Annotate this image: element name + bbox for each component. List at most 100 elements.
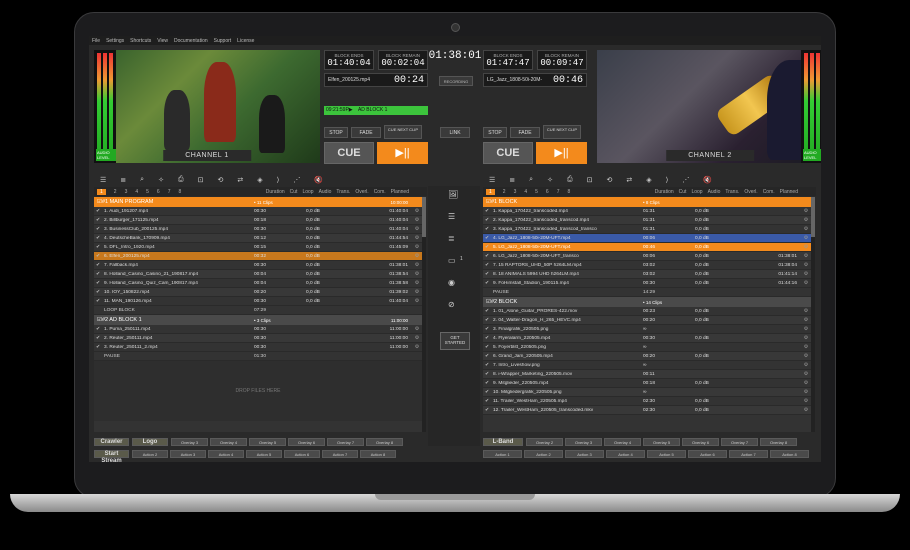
playlist-row[interactable]: ✔ 11. MAN_190126.mp4 00:30 0,0 dB 01:40:04 ⚙ xyxy=(94,297,422,306)
playlist-icon[interactable]: ≣ xyxy=(448,234,455,243)
playlist-row[interactable]: ✔ 5. LG_Jazz_1808-50i-20M-UFT.mp4 00:46 0,0… xyxy=(483,243,811,252)
tab-6[interactable]: 6 xyxy=(157,189,160,195)
menu-item-shortcuts[interactable]: Shortcuts xyxy=(130,38,151,44)
row-check-icon[interactable]: ✔ xyxy=(483,245,491,250)
playlist-row[interactable]: ✔ 5. DFL_Intro_1920.mp4 00:15 0,0 dB 01:45:0… xyxy=(94,243,422,252)
row-check-icon[interactable]: ✔ xyxy=(483,227,491,232)
drop-zone[interactable]: DROP FILES HERE xyxy=(94,361,422,421)
row-settings-icon[interactable]: ⚙ xyxy=(415,227,419,232)
column-header[interactable]: Duration xyxy=(266,189,285,195)
row-check-icon[interactable]: ✔ xyxy=(94,209,102,214)
tab-3[interactable]: 3 xyxy=(125,189,128,195)
playlist-icon[interactable]: ≣ xyxy=(509,176,515,184)
row-settings-icon[interactable]: ⚙ xyxy=(804,272,808,277)
playlist-row[interactable]: ✔ 9. FoHimstall_Stadion_190115.mp4 00:30 0,… xyxy=(483,279,811,288)
playlist-row[interactable]: ✔ 6. Elfen_200125.mp4 00:32 0,0 dB ⚙ xyxy=(94,252,422,261)
playlist-row[interactable]: ✔ 2. Billburger_171125.mp4 00:18 0,0 dB 01:4… xyxy=(94,216,422,225)
tab-3[interactable]: 3 xyxy=(514,189,517,195)
playlist-row[interactable]: PAUSE 01:30 xyxy=(94,352,422,361)
channel1-play-pause-button[interactable]: ▶|| xyxy=(377,142,428,164)
row-check-icon[interactable]: ✔ xyxy=(483,263,491,268)
row-settings-icon[interactable]: ⚙ xyxy=(804,372,808,377)
playlist-group-header[interactable]: ☑ #2 AD BLOCK 1 • 3 Clips 11:00:00 xyxy=(94,315,422,325)
playlist-row[interactable]: ✔ 8. i-Wrapper_Marketing_220505.mov 00:11 ⚙ xyxy=(483,370,811,379)
playlist-row[interactable]: ✔ 3. Kappa_170422_transcoded_transcod_tra… xyxy=(483,225,811,234)
playlist-group-header[interactable]: ☑ #1 BLOCK • 8 Clips xyxy=(483,197,811,207)
tab-2[interactable]: 2 xyxy=(114,189,117,195)
right-scrollbar[interactable] xyxy=(811,197,815,432)
row-check-icon[interactable]: ✔ xyxy=(483,209,491,214)
overlay-button[interactable]: Overlay 8 xyxy=(366,438,403,446)
row-check-icon[interactable]: ✔ xyxy=(483,281,491,286)
print-icon[interactable]: ⎙ xyxy=(567,176,573,184)
action-button[interactable]: Action 2 xyxy=(132,450,168,458)
playlist-icon[interactable]: ≣ xyxy=(120,176,126,184)
channel2-play-pause-button[interactable]: ▶|| xyxy=(536,142,587,164)
playlist-row[interactable]: ✔ 1. Kappa_170422_transcoded.mp4 01:31 0,0 … xyxy=(483,207,811,216)
row-settings-icon[interactable]: ⚙ xyxy=(415,263,419,268)
column-header[interactable]: Loop xyxy=(691,189,702,195)
row-check-icon[interactable]: ✔ xyxy=(483,309,491,314)
action-button[interactable]: Action 8 xyxy=(770,450,809,458)
action-button[interactable]: Action 5 xyxy=(647,450,686,458)
playlist-row[interactable]: ✔ 9. Mitglieder_220505.mp4 00:18 0,0 dB ⚙ xyxy=(483,379,811,388)
playlist-row[interactable]: ✔ 9. Holland_Casino_Quiz_Cam_190817.mp4 00… xyxy=(94,279,422,288)
layers-icon[interactable]: ◈ xyxy=(257,176,262,184)
menu-item-support[interactable]: Support xyxy=(214,38,232,44)
action-button[interactable]: Action 6 xyxy=(284,450,320,458)
row-check-icon[interactable]: ✔ xyxy=(483,336,491,341)
playlist-row[interactable]: ✔ 4. DeutscheBank_170909.mp4 00:12 0,0 dB 01… xyxy=(94,234,422,243)
row-settings-icon[interactable]: ⚙ xyxy=(804,263,808,268)
column-header[interactable]: Planned xyxy=(391,189,409,195)
row-check-icon[interactable]: ✔ xyxy=(483,345,491,350)
playlist-row[interactable]: ✔ 10. IOY_150822.mp4 00:20 0,0 dB 01:39:02 ⚙ xyxy=(94,288,422,297)
tab-1[interactable]: 1 xyxy=(486,188,495,195)
arrow-icon[interactable]: ⟩ xyxy=(666,176,669,184)
playlist-row[interactable]: ✔ 7. Fallback.mp4 00:30 0,0 dB 01:38:01 ⚙ xyxy=(94,261,422,270)
lock-icon[interactable]: ⊡ xyxy=(198,176,204,184)
tab-5[interactable]: 5 xyxy=(535,189,538,195)
channel1-cue-button[interactable]: CUE xyxy=(324,142,374,164)
action-button[interactable]: Action 6 xyxy=(688,450,727,458)
row-check-icon[interactable]: ✔ xyxy=(483,327,491,332)
list-icon[interactable]: ☰ xyxy=(448,212,455,221)
transition-icon[interactable]: ⋰ xyxy=(682,176,689,184)
playlist-row[interactable]: ✔ 7. 15 RAPTORS_UHD_50P h264LM.mp4 03:02 0,… xyxy=(483,261,811,270)
row-check-icon[interactable]: ✔ xyxy=(483,390,491,395)
get-started-button[interactable]: GET STARTED xyxy=(440,332,470,350)
playlist-row[interactable]: PAUSE 14:29 xyxy=(483,288,811,297)
tab-8[interactable]: 8 xyxy=(567,189,570,195)
playlist-row[interactable]: LOOP BLOCK 07:29 xyxy=(94,306,422,315)
row-settings-icon[interactable]: ⚙ xyxy=(804,309,808,314)
row-settings-icon[interactable]: ⚙ xyxy=(415,281,419,286)
overlay-button[interactable]: Overlay 4 xyxy=(604,438,641,446)
row-check-icon[interactable]: ✔ xyxy=(94,254,102,259)
column-header[interactable]: Loop xyxy=(302,189,313,195)
row-check-icon[interactable]: ✔ xyxy=(483,381,491,386)
tab-7[interactable]: 7 xyxy=(168,189,171,195)
tab-4[interactable]: 4 xyxy=(135,189,138,195)
column-header[interactable]: Trans. xyxy=(725,189,739,195)
row-check-icon[interactable]: ✔ xyxy=(94,327,102,332)
action-button[interactable]: Action 7 xyxy=(322,450,358,458)
shuffle-icon[interactable]: ⇄ xyxy=(237,176,243,184)
row-check-icon[interactable]: ✔ xyxy=(94,218,102,223)
start-stream-button[interactable]: Start Stream xyxy=(94,450,129,462)
row-check-icon[interactable]: ✔ xyxy=(94,236,102,241)
row-settings-icon[interactable]: ⚙ xyxy=(804,281,808,286)
overlay-logo-button[interactable]: Logo xyxy=(132,438,168,446)
mute-icon[interactable]: 🔇 xyxy=(314,176,323,184)
row-settings-icon[interactable]: ⚙ xyxy=(415,272,419,277)
column-header[interactable]: Audio xyxy=(708,189,721,195)
column-header[interactable]: Com. xyxy=(374,189,386,195)
column-header[interactable]: Overl. xyxy=(744,189,757,195)
recording-button[interactable]: RECORDING xyxy=(439,76,473,86)
row-check-icon[interactable]: ✔ xyxy=(94,281,102,286)
column-header[interactable]: Duration xyxy=(655,189,674,195)
broadcast-icon[interactable]: ◉ xyxy=(448,278,455,287)
row-settings-icon[interactable]: ⚙ xyxy=(804,209,808,214)
loop-icon[interactable]: ⟲ xyxy=(606,176,612,184)
lock-icon[interactable]: ⊡ xyxy=(587,176,593,184)
action-button[interactable]: Action 5 xyxy=(246,450,282,458)
row-settings-icon[interactable]: ⚙ xyxy=(415,299,419,304)
